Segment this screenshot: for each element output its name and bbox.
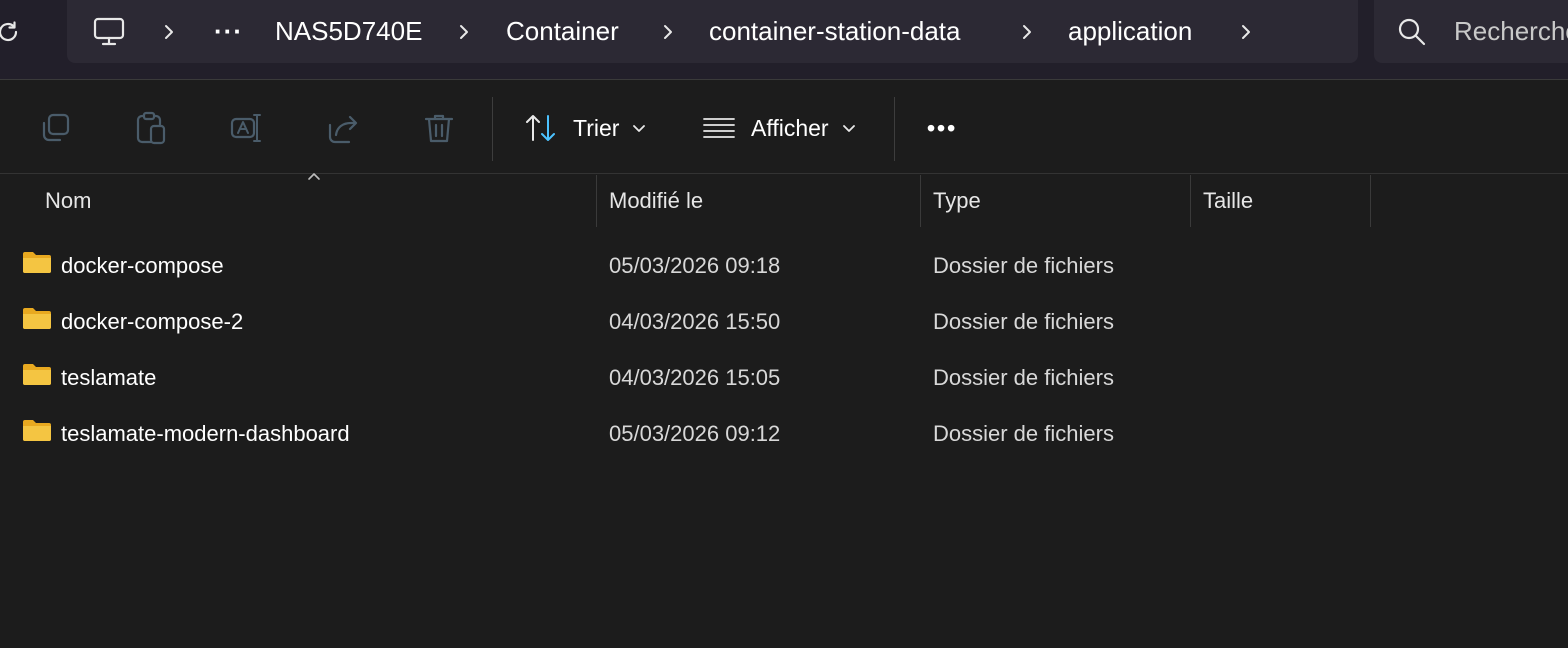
chevron-right-icon: [165, 24, 173, 39]
file-type: Dossier de fichiers: [933, 309, 1114, 334]
file-modified: 05/03/2026 09:18: [609, 253, 781, 278]
column-resize-handle[interactable]: [1190, 175, 1191, 227]
table-row[interactable]: docker-compose-2 04/03/2026 15:50 Dossie…: [0, 294, 1568, 350]
file-modified: 05/03/2026 09:12: [609, 421, 781, 446]
file-name: teslamate: [61, 365, 157, 390]
breadcrumb-separator[interactable]: [1239, 0, 1253, 63]
sort-label: Trier: [573, 114, 620, 141]
file-type: Dossier de fichiers: [933, 253, 1114, 278]
rename-icon[interactable]: [230, 111, 264, 145]
view-label: Afficher: [751, 114, 829, 141]
file-type: Dossier de fichiers: [933, 421, 1114, 446]
chevron-down-icon: [633, 125, 646, 132]
refresh-icon[interactable]: [0, 18, 22, 46]
command-bar: Trier Afficher •••: [0, 81, 1568, 174]
folder-icon: [23, 252, 51, 273]
breadcrumb-item-application[interactable]: application: [1068, 0, 1192, 63]
table-row[interactable]: teslamate-modern-dashboard 05/03/2026 09…: [0, 406, 1568, 462]
breadcrumb-item-nas[interactable]: NAS5D740E: [275, 0, 422, 63]
toolbar-divider: [492, 97, 493, 161]
share-icon[interactable]: [326, 111, 360, 145]
view-list-icon: [703, 118, 735, 138]
file-name: docker-compose: [61, 253, 224, 278]
chevron-right-icon: [664, 24, 672, 39]
paste-icon[interactable]: [134, 111, 168, 145]
folder-icon: [23, 308, 51, 329]
more-options-button[interactable]: •••: [927, 99, 957, 157]
breadcrumb-separator[interactable]: [661, 0, 675, 63]
breadcrumb-item-container[interactable]: Container: [506, 0, 619, 63]
toolbar-divider: [894, 97, 895, 161]
breadcrumb-separator[interactable]: [162, 0, 176, 63]
chevron-right-icon: [460, 24, 468, 39]
table-row[interactable]: docker-compose 05/03/2026 09:18 Dossier …: [0, 238, 1568, 294]
file-name: teslamate-modern-dashboard: [61, 421, 350, 446]
file-type: Dossier de fichiers: [933, 365, 1114, 390]
this-pc-crumb[interactable]: [93, 0, 125, 63]
file-modified: 04/03/2026 15:50: [609, 309, 781, 334]
file-modified: 04/03/2026 15:05: [609, 365, 781, 390]
breadcrumb-item-container-station-data[interactable]: container-station-data: [709, 0, 960, 63]
breadcrumb[interactable]: ··· NAS5D740E Container container-statio…: [67, 0, 1358, 63]
breadcrumb-separator[interactable]: [457, 0, 471, 63]
breadcrumb-overflow-button[interactable]: ···: [214, 0, 243, 63]
chevron-down-icon: [842, 125, 855, 132]
column-resize-handle[interactable]: [1370, 175, 1371, 227]
this-pc-icon: [93, 17, 125, 45]
view-button[interactable]: Afficher: [703, 99, 856, 157]
folder-icon: [23, 420, 51, 441]
sort-icon: [526, 115, 555, 141]
file-name: docker-compose-2: [61, 309, 244, 334]
table-row[interactable]: teslamate 04/03/2026 15:05 Dossier de fi…: [0, 350, 1568, 406]
copy-icon[interactable]: [38, 111, 72, 145]
delete-icon[interactable]: [422, 111, 456, 145]
folder-icon: [23, 364, 51, 385]
more-horizontal-icon: •••: [927, 114, 958, 141]
column-resize-handle[interactable]: [596, 175, 597, 227]
sort-ascending-icon: [308, 173, 320, 180]
column-resize-handle[interactable]: [920, 175, 921, 227]
address-bar-region: ··· NAS5D740E Container container-statio…: [0, 0, 1568, 80]
sort-button[interactable]: Trier: [524, 99, 646, 157]
breadcrumb-separator[interactable]: [1020, 0, 1034, 63]
chevron-right-icon: [1023, 24, 1031, 39]
search-box[interactable]: Recherche: [1374, 0, 1568, 63]
column-header-size[interactable]: Taille: [1203, 175, 1253, 227]
more-horizontal-icon: ···: [214, 16, 243, 46]
search-icon: [1398, 18, 1426, 46]
column-header-modified[interactable]: Modifié le: [609, 175, 703, 227]
search-input[interactable]: Recherche: [1454, 0, 1568, 63]
column-headers: Nom Modifié le Type Taille: [0, 173, 1568, 227]
column-header-type[interactable]: Type: [933, 175, 981, 227]
chevron-right-icon: [1242, 24, 1250, 39]
column-header-name[interactable]: Nom: [45, 175, 91, 227]
